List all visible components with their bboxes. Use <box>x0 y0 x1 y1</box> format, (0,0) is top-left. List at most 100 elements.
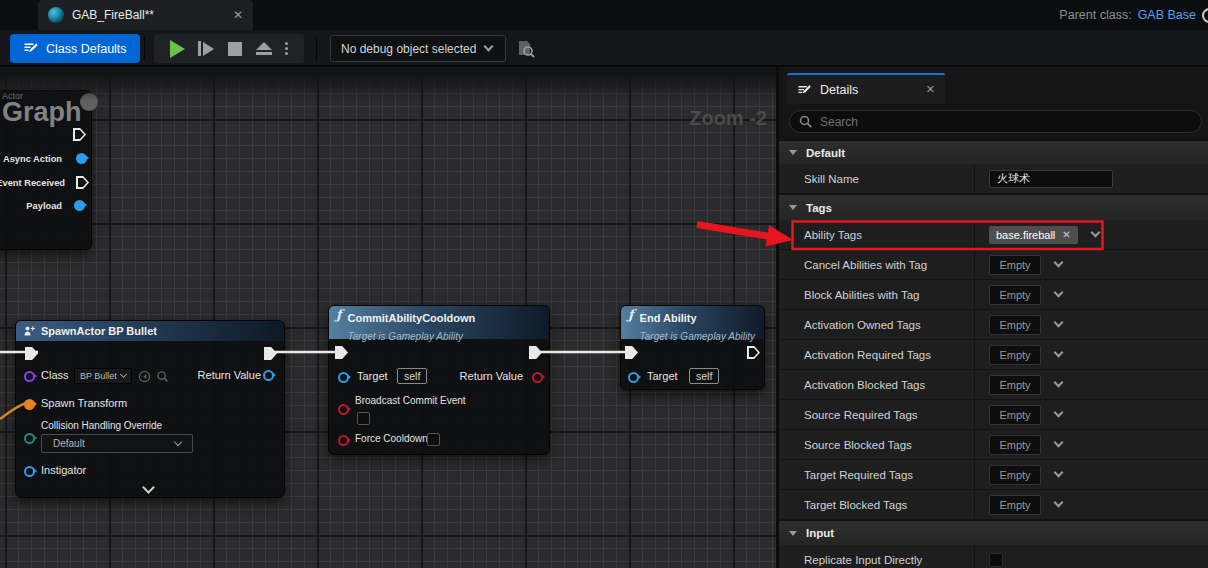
toolbar: Class Defaults No debug object selected <box>0 30 1208 67</box>
section-default[interactable]: Default <box>779 140 1208 164</box>
stop-button[interactable] <box>228 42 242 56</box>
expand-node-chevron[interactable] <box>142 481 155 494</box>
chevron-down-icon[interactable] <box>1054 288 1064 298</box>
parent-class-link[interactable]: GAB Base <box>1138 8 1196 22</box>
class-defaults-label: Class Defaults <box>46 42 127 56</box>
asset-tab[interactable]: GAB_FireBall** ✕ <box>38 0 253 30</box>
broadcast-pin[interactable] <box>338 404 349 415</box>
collision-dropdown-value: Default <box>53 438 85 449</box>
exec-out-pin[interactable] <box>73 128 86 141</box>
chevron-down-icon[interactable] <box>1054 348 1064 358</box>
tab-close-icon[interactable]: ✕ <box>233 8 243 22</box>
target-pin[interactable] <box>338 372 349 383</box>
exec-out-pin[interactable] <box>529 346 542 359</box>
chevron-down-icon[interactable] <box>1054 318 1064 328</box>
blueprint-graph[interactable]: Async Action Event Received Payload Acto… <box>0 67 776 568</box>
node-title: SpawnActor BP Bullet <box>41 325 157 337</box>
collapse-arrow-icon <box>789 531 797 536</box>
class-defaults-button[interactable]: Class Defaults <box>10 34 140 63</box>
class-dropdown[interactable]: BP Bullet <box>74 368 132 384</box>
play-button[interactable] <box>170 40 185 58</box>
empty-tag-dropdown[interactable]: Empty <box>989 465 1041 485</box>
self-value: self <box>397 368 427 384</box>
force-cooldown-pin[interactable] <box>338 435 349 446</box>
force-cooldown-checkbox[interactable] <box>427 433 440 446</box>
return-value-pin[interactable] <box>263 370 274 381</box>
chevron-down-icon[interactable] <box>1054 438 1064 448</box>
property-label: Target Required Tags <box>779 460 975 490</box>
details-search[interactable]: Search <box>789 110 1202 133</box>
section-tags[interactable]: Tags <box>779 194 1208 220</box>
browse-icon[interactable] <box>156 370 169 383</box>
class-pin[interactable] <box>24 371 35 382</box>
empty-tag-dropdown[interactable]: Empty <box>989 405 1041 425</box>
property-label: Target Blocked Tags <box>779 490 975 520</box>
instigator-pin[interactable] <box>24 466 35 477</box>
replicate-checkbox[interactable] <box>989 553 1003 567</box>
eject-button[interactable] <box>256 42 272 55</box>
remove-tag-icon[interactable]: ✕ <box>1062 229 1070 240</box>
empty-tag-dropdown[interactable]: Empty <box>989 375 1041 395</box>
ability-tag-chip[interactable]: base.fireball ✕ <box>989 226 1078 244</box>
use-selected-icon[interactable] <box>138 370 151 383</box>
spawn-transform-pin[interactable] <box>24 399 35 410</box>
class-dropdown-value: BP Bullet <box>80 371 117 381</box>
details-close-icon[interactable]: ✕ <box>926 83 935 96</box>
function-icon: ƒ <box>336 308 342 322</box>
empty-tag-dropdown[interactable]: Empty <box>989 435 1041 455</box>
step-button[interactable] <box>198 41 214 56</box>
end-ability-node[interactable]: ƒ End Ability Target is Gameplay Ability… <box>620 305 765 390</box>
section-label: Tags <box>806 202 832 214</box>
self-value: self <box>689 368 719 384</box>
node-title: CommitAbilityCooldown <box>348 312 476 324</box>
separator <box>316 36 317 61</box>
class-circle-icon <box>1202 8 1208 23</box>
target-pin[interactable] <box>628 372 639 383</box>
return-value-pin[interactable] <box>532 372 543 383</box>
edit-pen-icon <box>23 41 38 56</box>
tag-row: Source Required Tags Empty <box>779 400 1208 430</box>
tag-row: Block Abilities with Tag Empty <box>779 280 1208 310</box>
commit-cooldown-node[interactable]: ƒ CommitAbilityCooldown Target is Gamepl… <box>328 305 550 455</box>
chevron-down-icon[interactable] <box>1054 408 1064 418</box>
tab-strip: GAB_FireBall** ✕ Parent class: GAB Base <box>0 0 1208 30</box>
exec-in-pin[interactable] <box>25 347 38 360</box>
exec-in-pin[interactable] <box>335 346 348 359</box>
exec-out-pin[interactable] <box>264 347 277 360</box>
debug-object-dropdown[interactable]: No debug object selected <box>330 35 506 62</box>
pin-label: Return Value <box>460 370 523 382</box>
play-controls <box>154 34 304 63</box>
spawnactor-node[interactable]: SpawnActor BP Bullet Class BP Bullet Ret… <box>15 320 285 498</box>
empty-tag-dropdown[interactable]: Empty <box>989 255 1041 275</box>
chevron-down-icon[interactable] <box>1090 228 1100 238</box>
broadcast-checkbox[interactable] <box>357 412 370 425</box>
details-tab[interactable]: Details ✕ <box>787 73 945 104</box>
property-label: Source Required Tags <box>779 400 975 430</box>
exec-out-pin[interactable] <box>76 176 89 189</box>
details-pen-icon <box>797 83 811 97</box>
delegate-pin[interactable] <box>76 153 87 164</box>
empty-tag-dropdown[interactable]: Empty <box>989 285 1041 305</box>
collision-dropdown[interactable]: Default <box>41 434 193 453</box>
empty-tag-dropdown[interactable]: Empty <box>989 495 1041 515</box>
tag-row: Cancel Abilities with Tag Empty <box>779 250 1208 280</box>
section-input[interactable]: Input <box>779 520 1208 545</box>
find-in-blueprint-icon[interactable] <box>515 38 536 59</box>
node-header: ƒ End Ability Target is Gameplay Ability <box>621 306 764 339</box>
separator <box>144 37 145 60</box>
pin-label: Payload <box>26 201 62 211</box>
collision-pin[interactable] <box>24 433 35 444</box>
exec-out-pin[interactable] <box>747 346 760 359</box>
chevron-down-icon[interactable] <box>1054 378 1064 388</box>
data-pin[interactable] <box>74 200 85 211</box>
exec-in-pin[interactable] <box>625 346 638 359</box>
chevron-down-icon[interactable] <box>1054 258 1064 268</box>
property-label: Cancel Abilities with Tag <box>779 250 975 280</box>
more-options-button[interactable] <box>285 42 288 55</box>
empty-tag-dropdown[interactable]: Empty <box>989 345 1041 365</box>
chevron-down-icon[interactable] <box>1054 468 1064 478</box>
tag-row: Activation Required Tags Empty <box>779 340 1208 370</box>
empty-tag-dropdown[interactable]: Empty <box>989 315 1041 335</box>
chevron-down-icon[interactable] <box>1054 498 1064 508</box>
skill-name-input[interactable]: 火球术 <box>989 170 1113 188</box>
